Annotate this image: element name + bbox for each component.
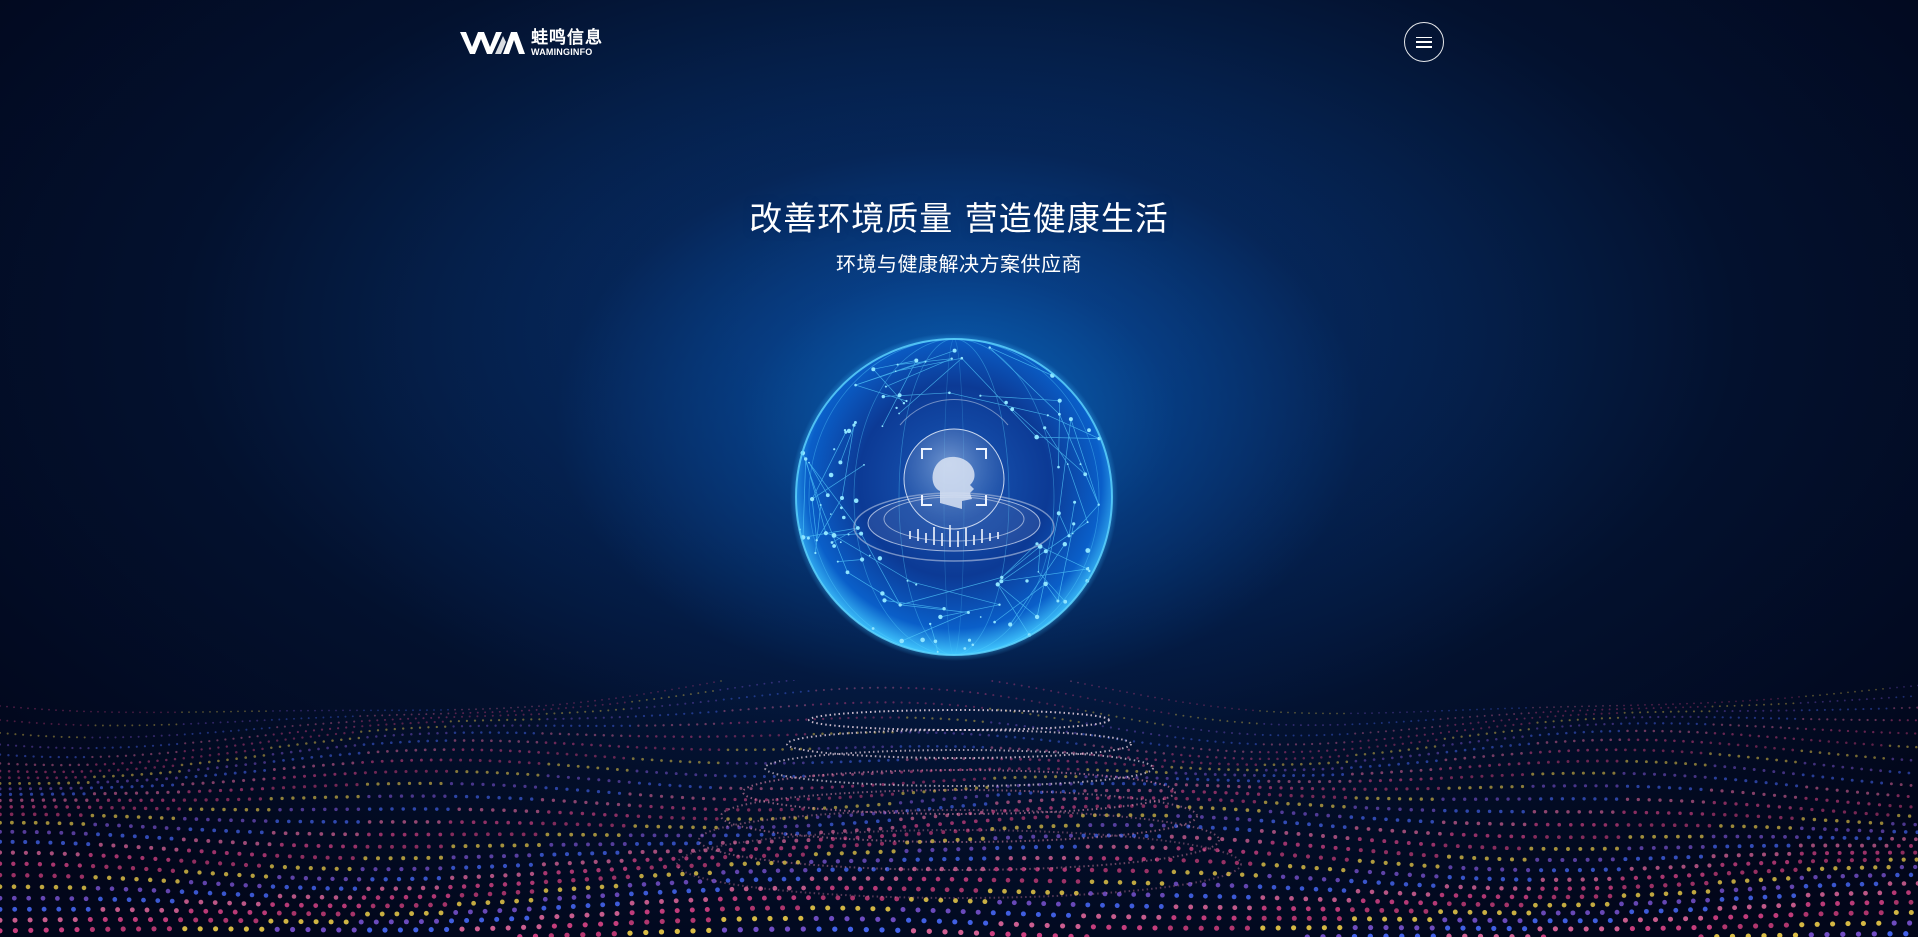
hero-banner: 蛙鸣信息 WAMINGINFO 改善环境质量 营造健康生活 环境与健康解决方案供… <box>0 0 1918 937</box>
particle-wave-graphic <box>0 680 1918 937</box>
hamburger-menu-icon <box>1416 36 1432 48</box>
network-globe-icon <box>790 333 1118 661</box>
hero-subtitle: 环境与健康解决方案供应商 <box>836 252 1082 276</box>
logo-chinese-name: 蛙鸣信息 <box>531 27 603 48</box>
logo-english-name: WAMINGINFO <box>531 46 593 57</box>
vwa-logo-icon <box>460 32 525 54</box>
site-logo[interactable]: 蛙鸣信息 WAMINGINFO <box>459 28 603 58</box>
hero-title: 改善环境质量 营造健康生活 <box>749 199 1169 238</box>
menu-button[interactable] <box>1404 22 1444 62</box>
